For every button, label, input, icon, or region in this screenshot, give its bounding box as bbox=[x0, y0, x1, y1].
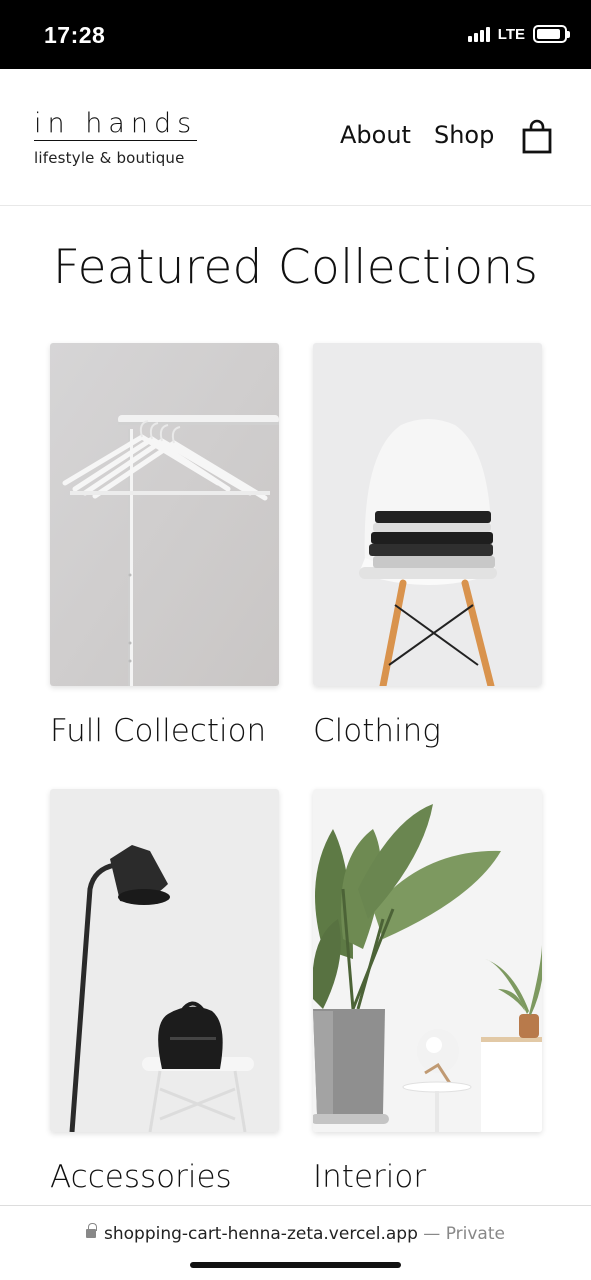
lock-icon bbox=[86, 1223, 97, 1238]
signal-icon bbox=[467, 26, 490, 42]
private-mode-label: Private bbox=[445, 1224, 505, 1244]
collection-label: Clothing bbox=[313, 713, 441, 749]
shopping-bag-icon[interactable] bbox=[521, 119, 553, 155]
brand-tagline: lifestyle & boutique bbox=[34, 149, 185, 167]
browser-address-bar: shopping-cart-henna-zeta.vercel.app — Pr… bbox=[0, 1205, 591, 1280]
home-indicator[interactable] bbox=[190, 1262, 401, 1268]
nav-about-link[interactable]: About bbox=[340, 121, 411, 149]
collection-label: Interior bbox=[313, 1159, 427, 1195]
url-display[interactable]: shopping-cart-henna-zeta.vercel.app — Pr… bbox=[0, 1223, 591, 1244]
lamp-and-backpack-photo bbox=[50, 789, 279, 1132]
collection-card-full-collection[interactable]: Full Collection bbox=[50, 343, 279, 749]
collection-card-accessories[interactable]: Accessories bbox=[50, 789, 279, 1195]
status-bar: 17:28 LTE bbox=[0, 0, 591, 69]
url-text: shopping-cart-henna-zeta.vercel.app bbox=[104, 1224, 418, 1244]
collection-card-interior[interactable]: Interior bbox=[313, 789, 542, 1195]
status-indicators: LTE bbox=[467, 25, 570, 43]
brand-name: in hands bbox=[34, 108, 198, 141]
battery-icon bbox=[533, 25, 570, 43]
nav-shop-link[interactable]: Shop bbox=[434, 121, 494, 149]
page-title: Featured Collections bbox=[52, 240, 539, 295]
potted-plants-photo bbox=[313, 789, 542, 1132]
site-header: in hands lifestyle & boutique About Shop bbox=[0, 69, 591, 206]
url-separator: — bbox=[423, 1224, 441, 1244]
status-time: 17:28 bbox=[44, 22, 106, 48]
brand-logo[interactable]: in hands lifestyle & boutique bbox=[34, 108, 198, 167]
chair-with-folded-clothes-photo bbox=[313, 343, 542, 686]
main-nav: About Shop bbox=[340, 121, 494, 149]
clothes-rack-photo bbox=[50, 343, 279, 686]
network-type: LTE bbox=[497, 25, 525, 43]
collection-label: Full Collection bbox=[50, 713, 267, 749]
collection-label: Accessories bbox=[50, 1159, 232, 1195]
collection-card-clothing[interactable]: Clothing bbox=[313, 343, 542, 749]
